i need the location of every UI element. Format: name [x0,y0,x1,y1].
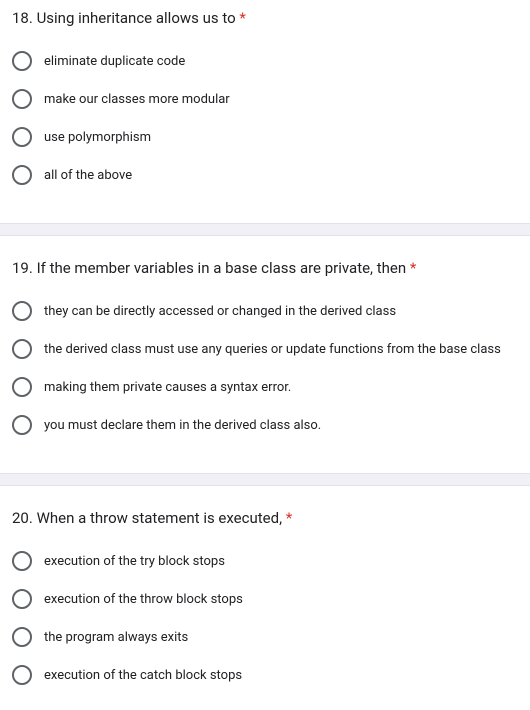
option-row[interactable]: the derived class must use any queries o… [12,339,518,359]
section-separator [0,223,530,236]
option-row[interactable]: the program always exits [12,627,518,647]
option-label: making them private causes a syntax erro… [44,380,291,395]
question-title: 20. When a throw statement is executed, … [12,508,518,529]
radio-icon[interactable] [12,665,32,685]
option-row[interactable]: execution of the try block stops [12,551,518,571]
option-label: all of the above [44,168,132,183]
radio-icon[interactable] [12,51,32,71]
option-row[interactable]: they can be directly accessed or changed… [12,301,518,321]
option-label: execution of the try block stops [44,554,225,569]
question-text: Using inheritance allows us to [37,9,236,27]
option-label: make our classes more modular [44,92,230,107]
section-separator [0,473,530,486]
radio-icon[interactable] [12,589,32,609]
radio-icon[interactable] [12,165,32,185]
question-18: 18. Using inheritance allows us to * eli… [0,0,530,223]
option-row[interactable]: making them private causes a syntax erro… [12,377,518,397]
question-20: 20. When a throw statement is executed, … [0,486,530,705]
option-label: the program always exits [44,630,188,645]
radio-icon[interactable] [12,551,32,571]
question-title: 19. If the member variables in a base cl… [12,258,518,279]
question-19: 19. If the member variables in a base cl… [0,236,530,473]
question-text: If the member variables in a base class … [37,259,407,277]
radio-icon[interactable] [12,377,32,397]
radio-icon[interactable] [12,89,32,109]
option-row[interactable]: all of the above [12,165,518,185]
required-mark: * [239,9,245,27]
option-label: use polymorphism [44,130,151,145]
radio-icon[interactable] [12,627,32,647]
required-mark: * [286,509,292,527]
option-label: eliminate duplicate code [44,54,185,69]
question-number: 18. [12,9,33,27]
option-label: execution of the throw block stops [44,592,243,607]
radio-icon[interactable] [12,127,32,147]
question-number: 19. [12,259,33,277]
question-text: When a throw statement is executed, [37,509,282,527]
option-row[interactable]: execution of the catch block stops [12,665,518,685]
option-row[interactable]: you must declare them in the derived cla… [12,415,518,435]
required-mark: * [410,259,416,277]
option-row[interactable]: eliminate duplicate code [12,51,518,71]
option-label: you must declare them in the derived cla… [44,418,321,433]
option-label: execution of the catch block stops [44,668,242,683]
option-row[interactable]: execution of the throw block stops [12,589,518,609]
option-label: they can be directly accessed or changed… [44,304,396,319]
question-number: 20. [12,509,33,527]
radio-icon[interactable] [12,339,32,359]
option-label: the derived class must use any queries o… [44,342,501,357]
option-row[interactable]: make our classes more modular [12,89,518,109]
radio-icon[interactable] [12,415,32,435]
radio-icon[interactable] [12,301,32,321]
question-title: 18. Using inheritance allows us to * [12,8,518,29]
option-row[interactable]: use polymorphism [12,127,518,147]
